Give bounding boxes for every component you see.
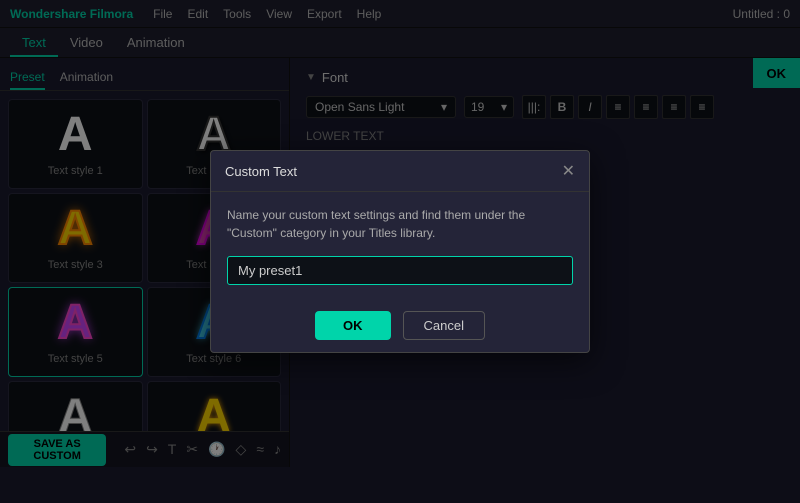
dialog-overlay: Custom Text ✕ Name your custom text sett… [0, 0, 800, 503]
dialog-description: Name your custom text settings and find … [227, 206, 573, 242]
custom-text-dialog: Custom Text ✕ Name your custom text sett… [210, 150, 590, 353]
dialog-ok-button[interactable]: OK [315, 311, 391, 340]
dialog-close-button[interactable]: ✕ [562, 161, 575, 181]
dialog-body: Name your custom text settings and find … [211, 192, 589, 299]
dialog-header: Custom Text ✕ [211, 151, 589, 192]
dialog-preset-input[interactable] [227, 256, 573, 285]
dialog-footer: OK Cancel [211, 299, 589, 352]
dialog-cancel-button[interactable]: Cancel [403, 311, 485, 340]
dialog-title: Custom Text [225, 164, 297, 179]
